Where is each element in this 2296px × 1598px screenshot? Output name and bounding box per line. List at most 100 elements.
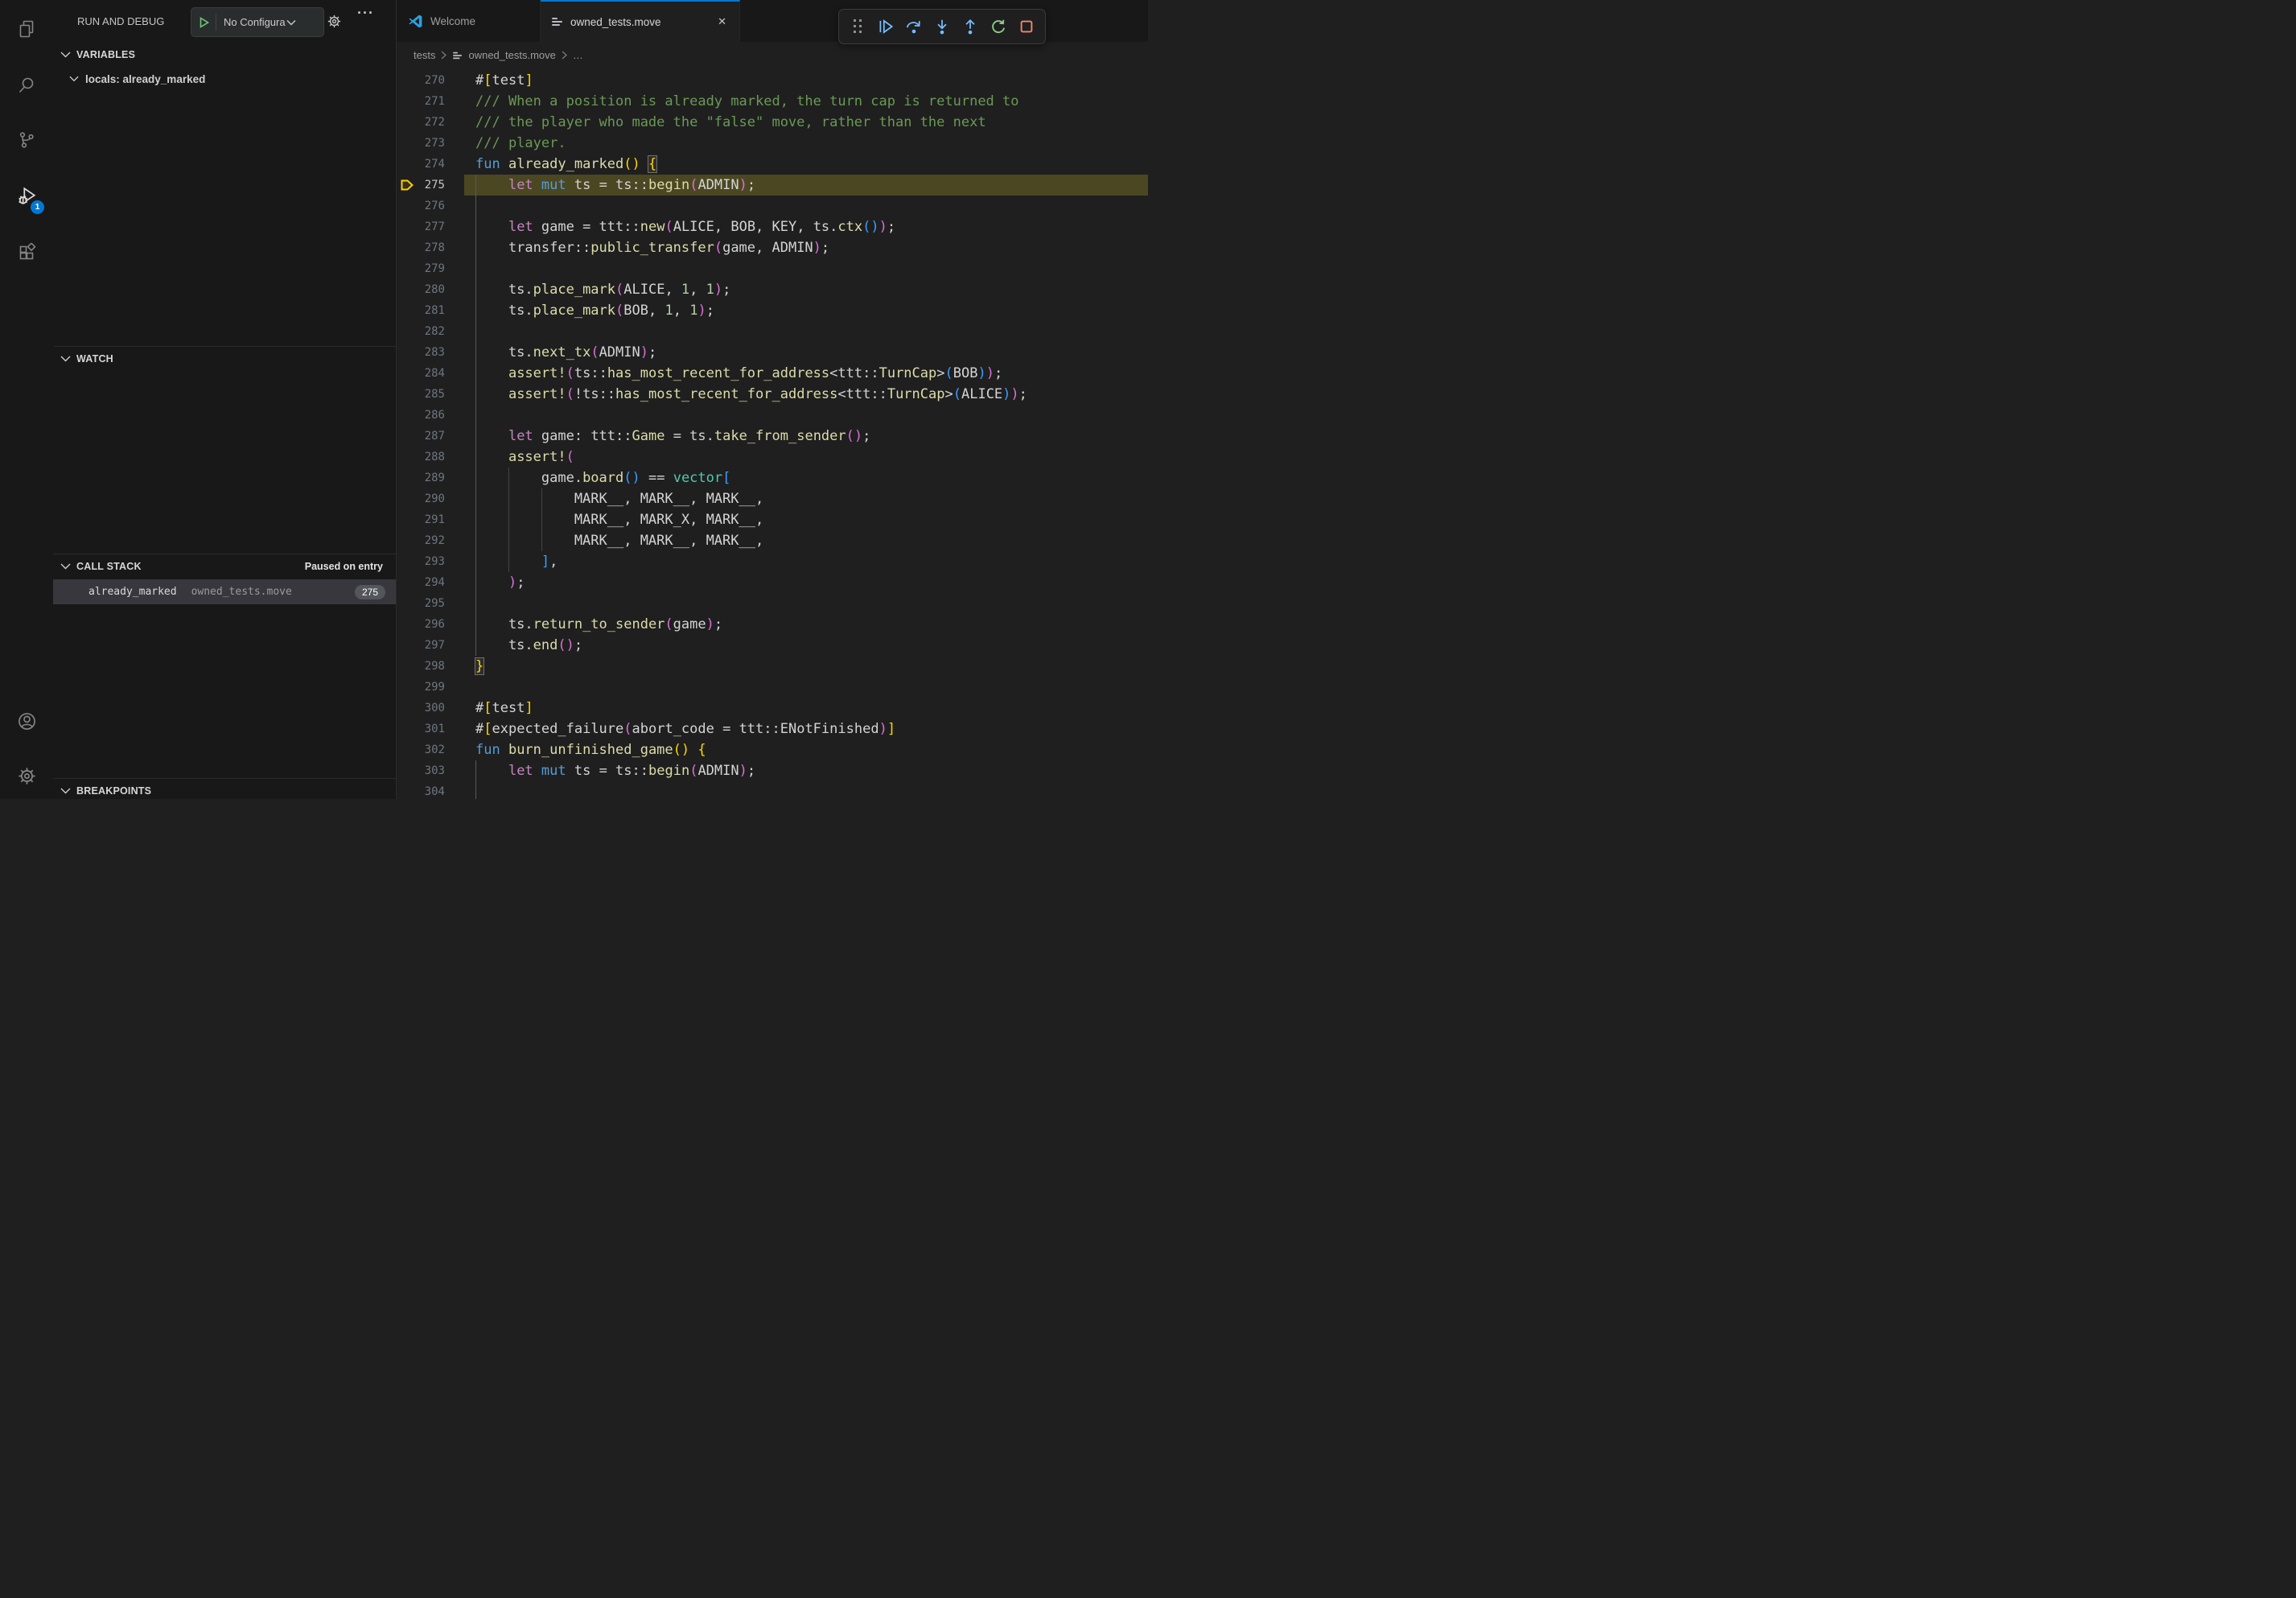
step-over-icon[interactable] <box>900 12 928 41</box>
account-icon[interactable] <box>0 702 53 740</box>
code-line[interactable]: 292 MARK__, MARK__, MARK__, <box>397 530 1148 551</box>
line-number[interactable]: 293 <box>419 551 445 572</box>
code-line[interactable]: 272/// the player who made the "false" m… <box>397 112 1148 133</box>
code-line[interactable]: 284 assert!(ts::has_most_recent_for_addr… <box>397 363 1148 384</box>
gutter-breakpoint-zone[interactable] <box>397 593 419 614</box>
line-number[interactable]: 281 <box>419 300 445 321</box>
code-line[interactable]: 298} <box>397 656 1148 677</box>
drag-handle-icon[interactable] <box>844 12 872 41</box>
line-number[interactable]: 284 <box>419 363 445 384</box>
gutter-breakpoint-zone[interactable] <box>397 447 419 467</box>
breadcrumb-folder[interactable]: tests <box>414 49 435 61</box>
gutter-breakpoint-zone[interactable] <box>397 781 419 799</box>
line-number[interactable]: 301 <box>419 719 445 739</box>
gutter-breakpoint-zone[interactable] <box>397 91 419 112</box>
gutter-breakpoint-zone[interactable] <box>397 405 419 426</box>
variables-locals-scope[interactable]: locals: already_marked <box>53 68 396 90</box>
gutter-breakpoint-zone[interactable] <box>397 509 419 530</box>
line-number[interactable]: 299 <box>419 677 445 698</box>
gutter-breakpoint-zone[interactable] <box>397 363 419 384</box>
gutter-breakpoint-zone[interactable] <box>397 698 419 719</box>
code-line[interactable]: 273/// player. <box>397 133 1148 154</box>
line-number[interactable]: 291 <box>419 509 445 530</box>
code-line[interactable]: 283 ts.next_tx(ADMIN); <box>397 342 1148 363</box>
breakpoints-section-header[interactable]: BREAKPOINTS <box>53 780 396 799</box>
gutter-breakpoint-zone[interactable] <box>397 488 419 509</box>
gutter-breakpoint-zone[interactable] <box>397 760 419 781</box>
gutter-breakpoint-zone[interactable] <box>397 739 419 760</box>
line-number[interactable]: 304 <box>419 781 445 799</box>
explorer-icon[interactable] <box>0 10 53 48</box>
line-number[interactable]: 292 <box>419 530 445 551</box>
line-number[interactable]: 302 <box>419 739 445 760</box>
line-number[interactable]: 295 <box>419 593 445 614</box>
line-number[interactable]: 273 <box>419 133 445 154</box>
line-number[interactable]: 271 <box>419 91 445 112</box>
line-number[interactable]: 294 <box>419 572 445 593</box>
line-number[interactable]: 276 <box>419 196 445 216</box>
line-number[interactable]: 288 <box>419 447 445 467</box>
gutter-breakpoint-zone[interactable] <box>397 342 419 363</box>
code-line[interactable]: 278 transfer::public_transfer(game, ADMI… <box>397 237 1148 258</box>
line-number[interactable]: 286 <box>419 405 445 426</box>
variables-section-header[interactable]: VARIABLES <box>53 43 396 66</box>
close-tab-icon[interactable]: ✕ <box>716 14 728 30</box>
gutter-breakpoint-zone[interactable] <box>397 154 419 175</box>
gutter-breakpoint-zone[interactable] <box>397 112 419 133</box>
code-line[interactable]: 285 assert!(!ts::has_most_recent_for_add… <box>397 384 1148 405</box>
code-area[interactable]: 270#[test]271/// When a position is alre… <box>397 68 1148 799</box>
code-line[interactable]: 290 MARK__, MARK__, MARK__, <box>397 488 1148 509</box>
run-and-debug-icon[interactable]: 1 <box>0 177 53 216</box>
source-control-icon[interactable] <box>0 121 53 159</box>
line-number[interactable]: 287 <box>419 426 445 447</box>
gutter-breakpoint-zone[interactable] <box>397 237 419 258</box>
line-number[interactable]: 277 <box>419 216 445 237</box>
call-stack-section-header[interactable]: CALL STACK Paused on entry <box>53 555 396 578</box>
code-line[interactable]: 286 <box>397 405 1148 426</box>
call-stack-frame-row[interactable]: already_marked owned_tests.move 275 <box>53 579 396 604</box>
line-number[interactable]: 300 <box>419 698 445 719</box>
settings-gear-icon[interactable] <box>0 756 53 795</box>
code-line[interactable]: 301#[expected_failure(abort_code = ttt::… <box>397 719 1148 739</box>
code-line[interactable]: 271/// When a position is already marked… <box>397 91 1148 112</box>
gutter-breakpoint-zone[interactable] <box>397 321 419 342</box>
line-number[interactable]: 280 <box>419 279 445 300</box>
line-number[interactable]: 283 <box>419 342 445 363</box>
code-line[interactable]: 270#[test] <box>397 70 1148 91</box>
code-line[interactable]: 274fun already_marked() { <box>397 154 1148 175</box>
code-line[interactable]: 291 MARK__, MARK_X, MARK__, <box>397 509 1148 530</box>
code-line[interactable]: 299 <box>397 677 1148 698</box>
gutter-breakpoint-zone[interactable] <box>397 677 419 698</box>
gutter-breakpoint-zone[interactable] <box>397 300 419 321</box>
step-out-icon[interactable] <box>956 12 984 41</box>
debug-current-line-arrow-icon[interactable] <box>397 175 419 196</box>
code-line-current[interactable]: 275 let mut ts = ts::begin(ADMIN); <box>397 175 1148 196</box>
line-number[interactable]: 270 <box>419 70 445 91</box>
line-number[interactable]: 298 <box>419 656 445 677</box>
line-number[interactable]: 290 <box>419 488 445 509</box>
gutter-breakpoint-zone[interactable] <box>397 656 419 677</box>
gutter-breakpoint-zone[interactable] <box>397 70 419 91</box>
code-line[interactable]: 288 assert!( <box>397 447 1148 467</box>
gutter-breakpoint-zone[interactable] <box>397 196 419 216</box>
watch-section-header[interactable]: WATCH <box>53 348 396 370</box>
line-number[interactable]: 297 <box>419 635 445 656</box>
gutter-breakpoint-zone[interactable] <box>397 530 419 551</box>
code-line[interactable]: 300#[test] <box>397 698 1148 719</box>
line-number[interactable]: 279 <box>419 258 445 279</box>
line-number[interactable]: 285 <box>419 384 445 405</box>
code-line[interactable]: 279 <box>397 258 1148 279</box>
gutter-breakpoint-zone[interactable] <box>397 614 419 635</box>
gutter-breakpoint-zone[interactable] <box>397 258 419 279</box>
code-line[interactable]: 276 <box>397 196 1148 216</box>
code-line[interactable]: 295 <box>397 593 1148 614</box>
code-line[interactable]: 294 ); <box>397 572 1148 593</box>
code-line[interactable]: 302fun burn_unfinished_game() { <box>397 739 1148 760</box>
code-line[interactable]: 293 ], <box>397 551 1148 572</box>
tab-owned-tests-move[interactable]: owned_tests.move ✕ <box>541 0 740 42</box>
gutter-breakpoint-zone[interactable] <box>397 279 419 300</box>
breadcrumb-symbol[interactable]: … <box>573 49 583 61</box>
continue-icon[interactable] <box>872 12 900 41</box>
line-number[interactable]: 282 <box>419 321 445 342</box>
code-line[interactable]: 304 <box>397 781 1148 799</box>
